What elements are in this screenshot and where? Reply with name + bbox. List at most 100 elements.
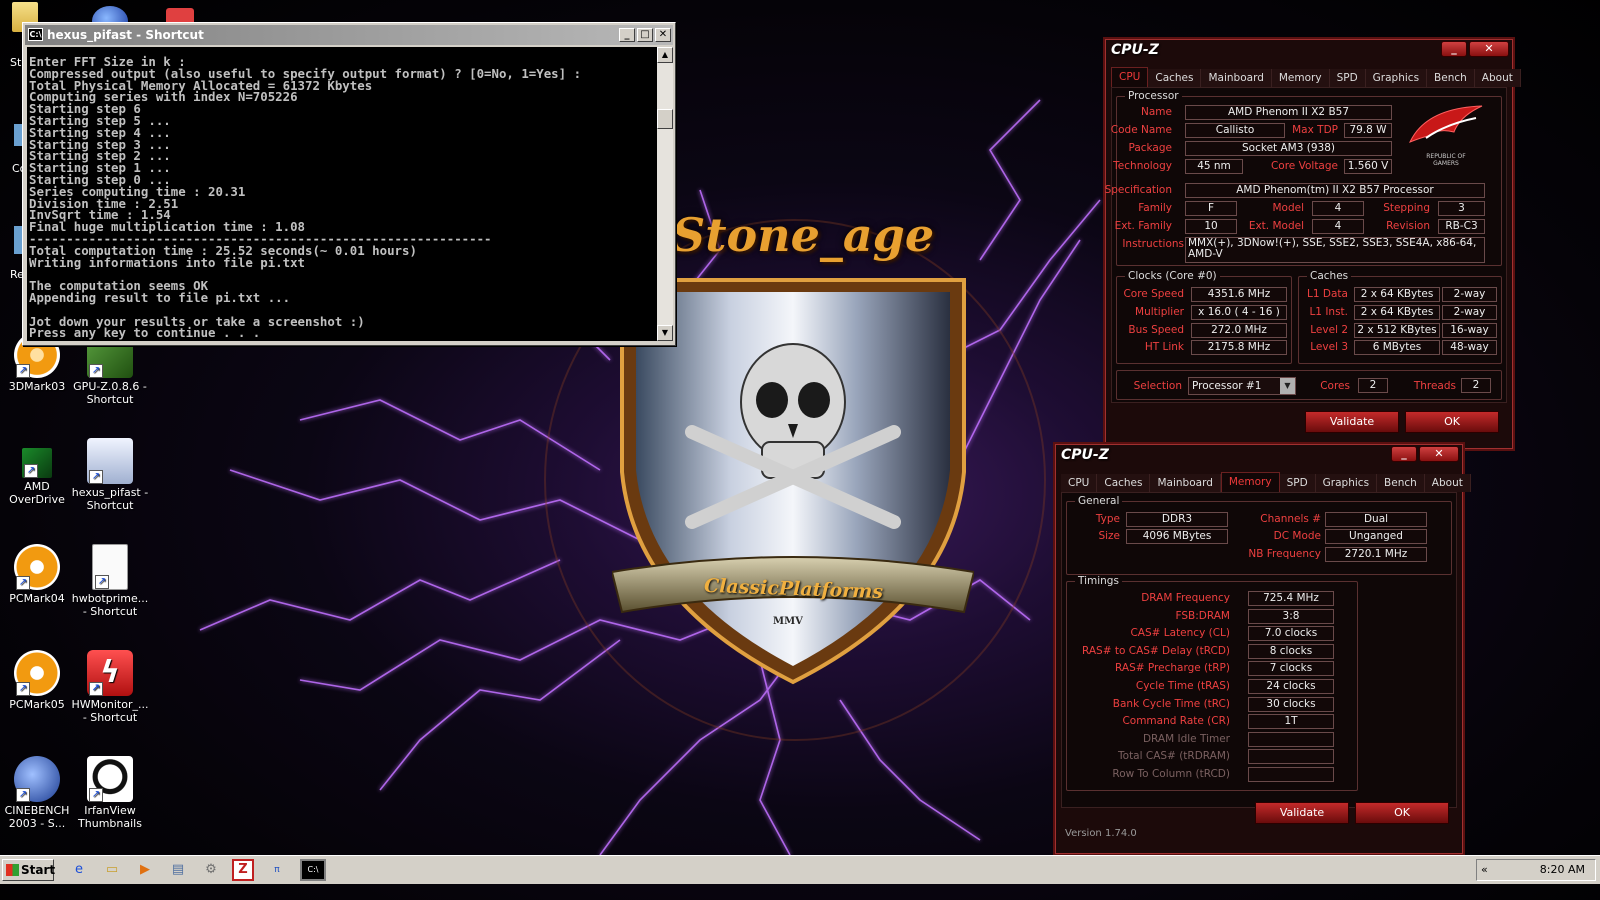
corevoltage-value: 1.560 V: [1344, 159, 1392, 174]
cores-value: 2: [1358, 378, 1388, 393]
shortcut-arrow-icon: ↗: [89, 364, 103, 378]
extfamily-label: Ext. Family: [1114, 220, 1172, 232]
l1data-label: L1 Data: [1307, 288, 1348, 300]
name-label: Name: [1141, 106, 1172, 118]
cpuz-memory-tabs: CPU Caches Mainboard Memory SPD Graphics Bench…: [1061, 472, 1471, 492]
console-system-icon[interactable]: C:\: [28, 28, 43, 41]
shortcut-arrow-icon: ↗: [89, 788, 103, 802]
package-label: Package: [1128, 142, 1172, 154]
model-label: Model: [1272, 202, 1304, 214]
start-button[interactable]: Start: [2, 859, 55, 881]
maximize-button[interactable]: □: [637, 28, 653, 42]
tab-bench[interactable]: Bench: [1427, 69, 1475, 87]
tab-graphics[interactable]: Graphics: [1315, 474, 1378, 492]
nbfreq-label: NB Frequency: [1248, 548, 1321, 560]
scroll-up-button[interactable]: ▲: [657, 47, 673, 63]
desktop-icon-amd-overdrive[interactable]: ↗ AMD OverDrive: [0, 438, 76, 506]
tab-spd[interactable]: SPD: [1279, 474, 1316, 492]
timing-label: Bank Cycle Time (tRC): [1112, 697, 1230, 710]
stepping-label: Stepping: [1383, 202, 1430, 214]
l1inst-label: L1 Inst.: [1309, 306, 1348, 318]
level2-value: 2 x 512 KBytes: [1354, 323, 1440, 338]
desktop-icon-irfanview[interactable]: ↗ IrfanView Thumbnails: [71, 756, 149, 830]
minimize-button[interactable]: _: [619, 28, 635, 42]
scroll-down-button[interactable]: ▼: [657, 325, 673, 341]
desktop-icon-pcmark04[interactable]: ↗ PCMark04: [0, 544, 76, 605]
tab-spd[interactable]: SPD: [1329, 69, 1366, 87]
tab-caches[interactable]: Caches: [1097, 474, 1151, 492]
codename-label: Code Name: [1110, 124, 1172, 136]
console-line: Writing informations into file pi.txt: [29, 254, 306, 270]
processor-select[interactable]: Processor #1 ▼: [1188, 377, 1296, 395]
technology-value: 45 nm: [1185, 159, 1243, 174]
stepping-value: 3: [1438, 201, 1485, 216]
console-title-bar[interactable]: C:\ hexus_pifast - Shortcut _ □ ✕: [25, 25, 673, 45]
desktop-icon-cinebench[interactable]: ↗ CINEBENCH 2003 - S...: [0, 756, 76, 830]
tab-graphics[interactable]: Graphics: [1365, 69, 1428, 87]
tab-cpu[interactable]: CPU: [1111, 67, 1149, 87]
cpuz-cpu-panel: Processor Name AMD Phenom II X2 B57 Code…: [1105, 87, 1507, 403]
internet-explorer-icon[interactable]: e: [70, 861, 88, 879]
shortcut-arrow-icon: ↗: [24, 464, 38, 478]
level3-value: 6 MBytes: [1354, 340, 1440, 355]
threads-value: 2: [1461, 378, 1491, 393]
maxtdp-label: Max TDP: [1292, 124, 1338, 136]
desktop-icon-hwmonitor[interactable]: ϟ ↗ HWMonitor_... - Shortcut: [71, 650, 149, 724]
tab-cpu[interactable]: CPU: [1061, 474, 1098, 492]
tab-mainboard[interactable]: Mainboard: [1201, 69, 1272, 87]
cpuz-cpu-close-button[interactable]: ✕: [1469, 41, 1509, 57]
hwmonitor-icon: ϟ ↗: [87, 650, 133, 696]
explorer-folder-icon[interactable]: ▭: [103, 861, 121, 879]
desktop-icon-pifast[interactable]: ↗ hexus_pifast - Shortcut: [71, 438, 149, 512]
spec-label: Specification: [1104, 184, 1172, 196]
desktop-icon-hwbotprime[interactable]: ↗ hwbotprime... - Shortcut: [71, 544, 149, 618]
cpuz-taskbar-icon[interactable]: Z: [232, 859, 254, 881]
cpuz-memory-close-button[interactable]: ✕: [1419, 446, 1459, 462]
tray-expand-icon[interactable]: «: [1481, 863, 1488, 876]
clock[interactable]: 8:20 AM: [1540, 863, 1585, 876]
desktop-icon-label: PCMark05: [9, 698, 65, 711]
notepad-icon[interactable]: ▤: [169, 861, 187, 879]
chevron-down-icon[interactable]: ▼: [1280, 378, 1295, 394]
console-output[interactable]: Enter FFT Size in k : Compressed output (…: [27, 47, 657, 341]
windows-logo-icon: [6, 864, 19, 876]
shortcut-arrow-icon: ↗: [95, 575, 109, 589]
cpuz-cpu-window[interactable]: CPU-Z _ ✕ CPU Caches Mainboard Memory SPD Gra…: [1103, 37, 1521, 451]
taskbar: Start e ▭ ▶ ▤ ⚙ Z π C:\ « 8:20 AM: [0, 855, 1600, 884]
memory-validate-button[interactable]: Validate: [1255, 802, 1349, 824]
console-taskbar-icon[interactable]: C:\: [300, 859, 326, 881]
cpu-validate-button[interactable]: Validate: [1305, 411, 1399, 433]
console-scrollbar[interactable]: ▲ ▼: [657, 47, 673, 341]
level2-label: Level 2: [1310, 324, 1348, 336]
tab-memory[interactable]: Memory: [1271, 69, 1330, 87]
extfamily-value: 10: [1185, 219, 1237, 234]
package-value: Socket AM3 (938): [1185, 141, 1392, 156]
system-tool-icon[interactable]: ⚙: [202, 861, 220, 879]
desktop-icon-pcmark05[interactable]: ↗ PCMark05: [0, 650, 76, 711]
cpuz-cpu-minimize-button[interactable]: _: [1441, 41, 1467, 57]
close-button[interactable]: ✕: [655, 28, 671, 42]
java-icon: ↗: [92, 544, 128, 590]
cpuz-memory-minimize-button[interactable]: _: [1391, 446, 1417, 462]
timing-value: [1248, 767, 1334, 782]
superpi-taskbar-icon[interactable]: π: [268, 861, 286, 879]
wallpaper-banner-small: MMV: [773, 616, 803, 627]
level2-way: 16-way: [1442, 323, 1497, 338]
pcmark05-icon: ↗: [14, 650, 60, 696]
tab-mainboard[interactable]: Mainboard: [1150, 474, 1221, 492]
system-tray: « 8:20 AM: [1476, 859, 1596, 881]
cpuz-memory-window[interactable]: CPU-Z _ ✕ CPU Caches Mainboard Memory SPD Gra…: [1053, 442, 1471, 856]
tab-about[interactable]: About: [1474, 69, 1521, 87]
console-window[interactable]: C:\ hexus_pifast - Shortcut _ □ ✕ Enter …: [22, 22, 676, 346]
tab-memory[interactable]: Memory: [1220, 472, 1280, 492]
cpu-ok-button[interactable]: OK: [1405, 411, 1499, 433]
scroll-thumb[interactable]: [657, 109, 673, 129]
l1data-way: 2-way: [1442, 287, 1497, 302]
rog-logo-text: REPUBLIC OF GAMERS: [1426, 153, 1466, 167]
tab-bench[interactable]: Bench: [1377, 474, 1425, 492]
memory-ok-button[interactable]: OK: [1355, 802, 1449, 824]
tab-about[interactable]: About: [1424, 474, 1471, 492]
extmodel-value: 4: [1312, 219, 1364, 234]
media-player-icon[interactable]: ▶: [136, 861, 154, 879]
tab-caches[interactable]: Caches: [1148, 69, 1202, 87]
